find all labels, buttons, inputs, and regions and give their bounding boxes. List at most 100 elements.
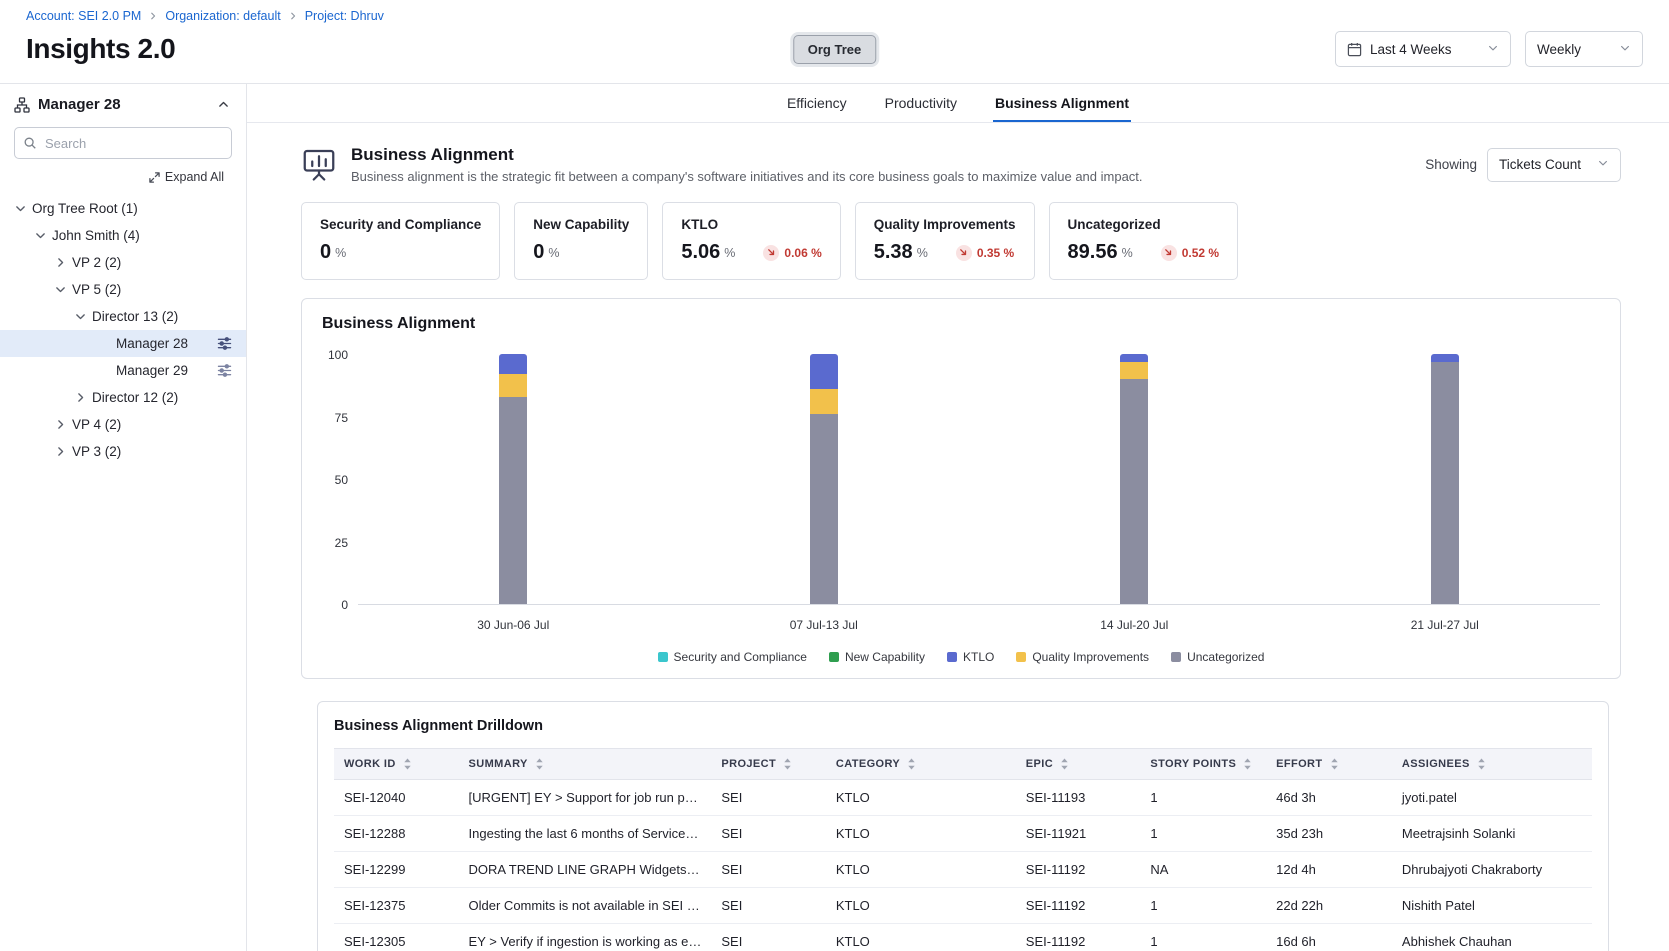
stat-label: Uncategorized bbox=[1068, 217, 1220, 232]
table-cell: DORA TREND LINE GRAPH Widgets is n... bbox=[459, 852, 712, 888]
legend-item-security-and-compliance[interactable]: Security and Compliance bbox=[658, 650, 807, 664]
chevron-down-icon[interactable] bbox=[74, 310, 87, 323]
column-header-story-points[interactable]: STORY POINTS bbox=[1140, 749, 1266, 780]
legend-item-ktlo[interactable]: KTLO bbox=[947, 650, 994, 664]
table-row-sei-12299[interactable]: SEI-12299DORA TREND LINE GRAPH Widgets i… bbox=[334, 852, 1592, 888]
presentation-chart-icon bbox=[301, 147, 337, 182]
breadcrumb-link-organization[interactable]: Organization: default bbox=[165, 9, 280, 23]
legend-item-new-capability[interactable]: New Capability bbox=[829, 650, 925, 664]
trend-down-icon bbox=[959, 248, 968, 257]
table-cell: SEI-11192 bbox=[1016, 924, 1141, 951]
stat-unit: % bbox=[335, 246, 346, 260]
showing-label: Showing bbox=[1425, 157, 1477, 172]
chevron-right-icon[interactable] bbox=[74, 391, 87, 404]
column-header-category[interactable]: CATEGORY bbox=[826, 749, 1016, 780]
sidebar-collapse-button[interactable] bbox=[215, 96, 232, 113]
header-controls: Last 4 Weeks Weekly bbox=[1335, 31, 1643, 67]
filter-icon[interactable] bbox=[217, 364, 232, 377]
chevron-down-icon bbox=[1597, 157, 1609, 172]
table-cell: Older Commits is not available in SEI - … bbox=[459, 888, 712, 924]
tab-efficiency[interactable]: Efficiency bbox=[785, 84, 849, 122]
granularity-select[interactable]: Weekly bbox=[1525, 31, 1643, 67]
column-header-work-id[interactable]: WORK ID bbox=[334, 749, 459, 780]
table-cell: Abhishek Chauhan bbox=[1392, 924, 1592, 951]
filter-icon[interactable] bbox=[217, 337, 232, 350]
table-cell: KTLO bbox=[826, 852, 1016, 888]
bar-segment-uncategorized bbox=[1120, 379, 1148, 604]
granularity-value: Weekly bbox=[1537, 42, 1581, 57]
bar-chart: 0255075100 bbox=[322, 355, 1600, 605]
tree-item-manager-28[interactable]: Manager 28 bbox=[0, 330, 246, 357]
table-row-sei-12305[interactable]: SEI-12305EY > Verify if ingestion is wor… bbox=[334, 924, 1592, 951]
tab-business-alignment[interactable]: Business Alignment bbox=[993, 84, 1131, 122]
table-cell: KTLO bbox=[826, 816, 1016, 852]
bar-segment-uncategorized bbox=[1431, 362, 1459, 605]
tree-item-org-tree-root-1[interactable]: Org Tree Root (1) bbox=[0, 195, 246, 222]
column-header-effort[interactable]: EFFORT bbox=[1266, 749, 1392, 780]
date-range-select[interactable]: Last 4 Weeks bbox=[1335, 31, 1511, 67]
table-cell: [URGENT] EY > Support for job run par... bbox=[459, 780, 712, 816]
chevron-right-icon[interactable] bbox=[54, 256, 67, 269]
table-cell: 22d 22h bbox=[1266, 888, 1392, 924]
table-cell: SEI-12040 bbox=[334, 780, 459, 816]
stat-delta: 0.35 % bbox=[956, 245, 1014, 261]
sort-icon bbox=[1476, 758, 1487, 770]
expand-all-button[interactable]: Expand All bbox=[143, 169, 230, 185]
chevron-right-icon[interactable] bbox=[54, 445, 67, 458]
search-input[interactable] bbox=[14, 127, 232, 159]
table-row-sei-12288[interactable]: SEI-12288Ingesting the last 6 months of … bbox=[334, 816, 1592, 852]
stat-label: KTLO bbox=[681, 217, 821, 232]
chevron-right-icon[interactable] bbox=[54, 418, 67, 431]
x-axis-label: 07 Jul-13 Jul bbox=[669, 618, 980, 632]
chevron-down-icon[interactable] bbox=[14, 202, 27, 215]
stat-value: 89.56 bbox=[1068, 241, 1118, 264]
org-tree-button[interactable]: Org Tree bbox=[793, 35, 876, 64]
breadcrumb-link-project[interactable]: Project: Dhruv bbox=[305, 9, 384, 23]
column-header-epic[interactable]: EPIC bbox=[1016, 749, 1141, 780]
tree-item-label: Director 13 (2) bbox=[92, 309, 178, 324]
table-row-sei-12375[interactable]: SEI-12375Older Commits is not available … bbox=[334, 888, 1592, 924]
legend-swatch bbox=[658, 652, 668, 662]
showing-select[interactable]: Tickets Count bbox=[1487, 148, 1621, 182]
bar-group-21-jul-27-jul bbox=[1290, 355, 1601, 604]
stat-unit: % bbox=[548, 246, 559, 260]
table-cell: 35d 23h bbox=[1266, 816, 1392, 852]
stat-unit: % bbox=[724, 246, 735, 260]
column-header-label: EPIC bbox=[1026, 758, 1053, 770]
table-cell: SEI-11192 bbox=[1016, 852, 1141, 888]
drilldown-card: Business Alignment Drilldown WORK IDSUMM… bbox=[317, 701, 1609, 951]
stat-delta: 0.52 % bbox=[1161, 245, 1219, 261]
column-header-label: CATEGORY bbox=[836, 758, 900, 770]
column-header-project[interactable]: PROJECT bbox=[711, 749, 825, 780]
tree-item-vp-3-2[interactable]: VP 3 (2) bbox=[0, 438, 246, 465]
column-header-assignees[interactable]: ASSIGNEES bbox=[1392, 749, 1592, 780]
tree-item-manager-29[interactable]: Manager 29 bbox=[0, 357, 246, 384]
tree-item-vp-2-2[interactable]: VP 2 (2) bbox=[0, 249, 246, 276]
org-tree: Org Tree Root (1)John Smith (4)VP 2 (2) V… bbox=[0, 195, 246, 465]
showing-value: Tickets Count bbox=[1499, 157, 1581, 172]
legend-item-quality-improvements[interactable]: Quality Improvements bbox=[1016, 650, 1149, 664]
stat-value: 5.06 bbox=[681, 241, 720, 264]
tree-item-director-13-2[interactable]: Director 13 (2) bbox=[0, 303, 246, 330]
sort-icon bbox=[534, 758, 545, 770]
table-cell: KTLO bbox=[826, 924, 1016, 951]
column-header-summary[interactable]: SUMMARY bbox=[459, 749, 712, 780]
chevron-down-icon[interactable] bbox=[34, 229, 47, 242]
tree-item-director-12-2[interactable]: Director 12 (2) bbox=[0, 384, 246, 411]
tab-productivity[interactable]: Productivity bbox=[883, 84, 959, 122]
table-cell: KTLO bbox=[826, 780, 1016, 816]
tree-item-label: VP 5 (2) bbox=[72, 282, 121, 297]
legend-item-uncategorized[interactable]: Uncategorized bbox=[1171, 650, 1264, 664]
legend-swatch bbox=[947, 652, 957, 662]
tree-item-vp-4-2[interactable]: VP 4 (2) bbox=[0, 411, 246, 438]
bar-group-30-jun-06-jul bbox=[358, 355, 669, 604]
tree-item-label: VP 3 (2) bbox=[72, 444, 121, 459]
breadcrumb-link-account[interactable]: Account: SEI 2.0 PM bbox=[26, 9, 141, 23]
chevron-down-icon[interactable] bbox=[54, 283, 67, 296]
search-icon bbox=[23, 136, 37, 155]
chart-title: Business Alignment bbox=[322, 315, 1600, 333]
table-row-sei-12040[interactable]: SEI-12040[URGENT] EY > Support for job r… bbox=[334, 780, 1592, 816]
search-wrap bbox=[14, 127, 232, 159]
tree-item-john-smith-4[interactable]: John Smith (4) bbox=[0, 222, 246, 249]
tree-item-vp-5-2[interactable]: VP 5 (2) bbox=[0, 276, 246, 303]
